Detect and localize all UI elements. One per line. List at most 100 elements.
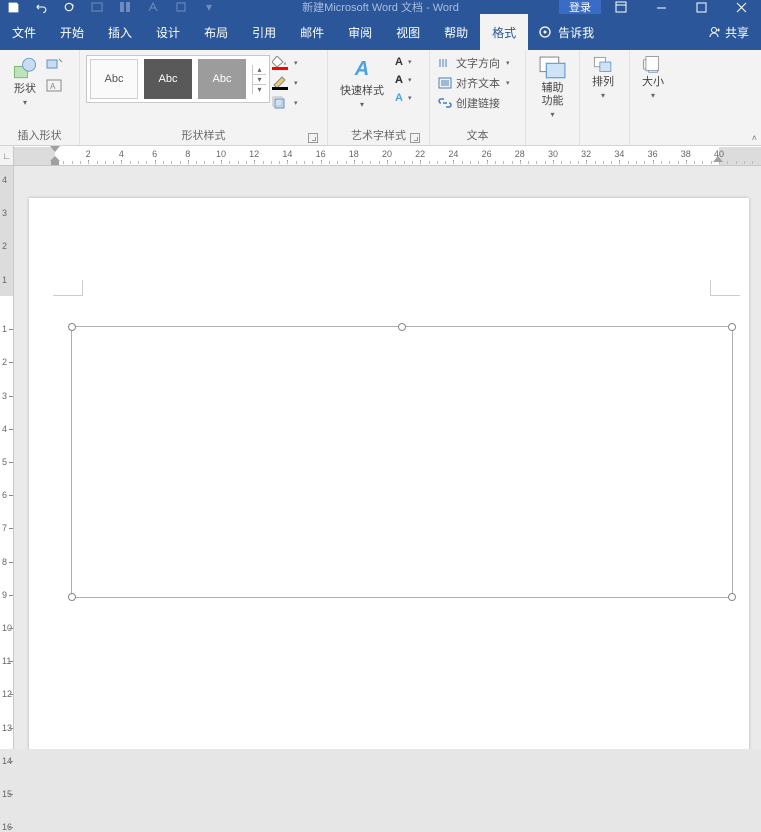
minimize-icon[interactable] (641, 0, 681, 14)
create-link-button[interactable]: 创建链接 (438, 95, 510, 111)
window-controls: 登录 (559, 0, 761, 14)
text-effects-button[interactable]: A▾ (392, 92, 412, 104)
horizontal-ruler[interactable]: ∟ 246810121416182022242628303234363840 (0, 146, 761, 166)
qat-icon-1[interactable] (90, 0, 104, 14)
tab-design[interactable]: 设计 (144, 14, 192, 50)
group-label-text: 文本 (436, 127, 519, 145)
gallery-more-icon[interactable]: ▾ (253, 85, 266, 94)
text-direction-button[interactable]: 文字方向▾ (438, 55, 510, 71)
share-button[interactable]: 共享 (695, 14, 761, 50)
text-outline-button[interactable]: A▾ (392, 74, 412, 86)
shapes-label: 形状 (14, 83, 36, 96)
undo-icon[interactable] (34, 0, 48, 14)
page[interactable] (29, 198, 749, 749)
gallery-scroll: ▴ ▾ ▾ (252, 65, 266, 94)
selected-textbox[interactable] (71, 326, 733, 598)
shape-outline-button[interactable]: ▾ (272, 76, 298, 90)
login-button[interactable]: 登录 (559, 0, 601, 14)
first-line-indent[interactable] (50, 146, 60, 152)
tell-me[interactable]: 告诉我 (528, 14, 604, 50)
shape-effects-button[interactable]: ▾ (272, 96, 298, 110)
gallery-down-icon[interactable]: ▾ (253, 75, 266, 85)
document-canvas[interactable] (14, 166, 761, 749)
arrange-button[interactable]: 排列 ▾ (586, 53, 620, 102)
style-swatch-1[interactable]: Abc (90, 59, 138, 99)
arrange-label: 排列 (592, 76, 614, 89)
resize-handle-n[interactable] (398, 323, 406, 331)
workspace: 432112345678910111213141516 (0, 166, 761, 749)
resize-handle-ne[interactable] (728, 323, 736, 331)
wordart-a-icon: A (348, 55, 376, 83)
quick-access-toolbar: ▾ (0, 0, 216, 14)
qat-customize-icon[interactable]: ▾ (202, 0, 216, 14)
margin-corner-tl (53, 280, 83, 296)
shapes-button[interactable]: 形状 ▾ (6, 53, 44, 109)
tab-selector[interactable]: ∟ (0, 146, 14, 166)
group-wordart-styles: A 快速样式 ▾ A▾ A▾ A▾ 艺术字样式 (328, 50, 430, 145)
launcher-icon[interactable] (308, 133, 318, 143)
tab-help[interactable]: 帮助 (432, 14, 480, 50)
style-swatch-2[interactable]: Abc (144, 59, 192, 99)
accessibility-label: 辅助功能 (538, 82, 567, 108)
gallery-up-icon[interactable]: ▴ (253, 65, 266, 75)
qat-icon-4[interactable] (174, 0, 188, 14)
collapse-ribbon-icon[interactable]: ˄ (752, 133, 757, 143)
group-label-insert-shapes: 插入形状 (6, 127, 73, 145)
maximize-icon[interactable] (681, 0, 721, 14)
style-swatch-3[interactable]: Abc (198, 59, 246, 99)
save-icon[interactable] (6, 0, 20, 14)
tab-file[interactable]: 文件 (0, 14, 48, 50)
shape-fill-button[interactable]: ▾ (272, 56, 298, 70)
svg-text:A: A (50, 82, 56, 91)
align-text-button[interactable]: 对齐文本▾ (438, 75, 510, 91)
size-label: 大小 (642, 76, 664, 89)
group-size: 大小 ▾ (630, 50, 680, 145)
group-label-access (532, 127, 573, 145)
group-label-shape-styles: 形状样式 (86, 127, 321, 145)
ribbon: 形状 ▾ A 插入形状 Abc Abc Abc ▴ ▾ ▾ (0, 50, 761, 146)
chevron-down-icon: ▾ (360, 100, 364, 109)
edit-shape-icon[interactable] (46, 57, 64, 71)
accessibility-button[interactable]: 辅助功能 ▾ (532, 53, 573, 121)
tab-review[interactable]: 审阅 (336, 14, 384, 50)
chevron-down-icon: ▾ (23, 98, 27, 107)
group-label-wordart: 艺术字样式 (334, 127, 423, 145)
vertical-ruler[interactable]: 432112345678910111213141516 (0, 166, 14, 749)
margin-corner-tr (710, 280, 740, 296)
chevron-down-icon: ▾ (550, 110, 554, 119)
group-label-arrange (586, 127, 623, 145)
tab-layout[interactable]: 布局 (192, 14, 240, 50)
size-button[interactable]: 大小 ▾ (636, 53, 670, 102)
tell-me-label: 告诉我 (558, 24, 594, 41)
resize-handle-nw[interactable] (68, 323, 76, 331)
repeat-icon[interactable] (62, 0, 76, 14)
text-box-icon[interactable]: A (46, 79, 64, 93)
title-bar: ▾ 新建Microsoft Word 文档 - Word 登录 (0, 0, 761, 14)
qat-icon-2[interactable] (118, 0, 132, 14)
qat-icon-3[interactable] (146, 0, 160, 14)
quick-styles-button[interactable]: A 快速样式 ▾ (334, 53, 390, 111)
tab-home[interactable]: 开始 (48, 14, 96, 50)
tab-view[interactable]: 视图 (384, 14, 432, 50)
hanging-indent[interactable] (50, 156, 60, 166)
close-icon[interactable] (721, 0, 761, 14)
tab-insert[interactable]: 插入 (96, 14, 144, 50)
tab-references[interactable]: 引用 (240, 14, 288, 50)
group-arrange: 排列 ▾ (580, 50, 630, 145)
resize-handle-sw[interactable] (68, 593, 76, 601)
ribbon-display-icon[interactable] (601, 0, 641, 14)
ribbon-tabs: 文件 开始 插入 设计 布局 引用 邮件 审阅 视图 帮助 格式 告诉我 共享 (0, 14, 761, 50)
chevron-down-icon: ▾ (601, 91, 605, 100)
chevron-down-icon: ▾ (651, 91, 655, 100)
tab-format[interactable]: 格式 (480, 14, 528, 50)
quick-styles-label: 快速样式 (340, 85, 384, 98)
group-label-size (636, 127, 674, 145)
document-title: 新建Microsoft Word 文档 - Word (302, 0, 459, 15)
group-text: 文字方向▾ 对齐文本▾ 创建链接 文本 (430, 50, 526, 145)
launcher-icon[interactable] (410, 133, 420, 143)
text-fill-button[interactable]: A▾ (392, 56, 412, 68)
style-gallery[interactable]: Abc Abc Abc ▴ ▾ ▾ (86, 55, 270, 103)
share-label: 共享 (725, 24, 749, 41)
resize-handle-se[interactable] (728, 593, 736, 601)
tab-mailings[interactable]: 邮件 (288, 14, 336, 50)
